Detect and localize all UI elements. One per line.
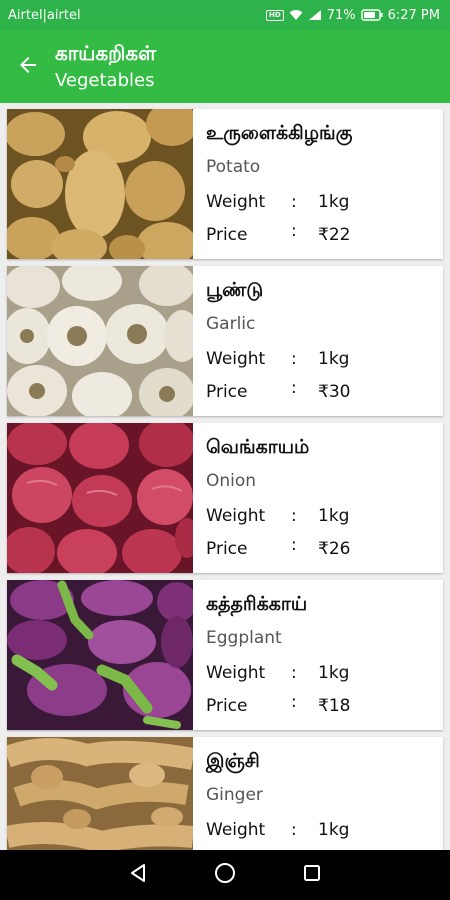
weight-value: 1kg (318, 192, 350, 212)
page-title-english: Vegetables (55, 69, 155, 91)
eggplant-image (7, 580, 193, 730)
colon: : (291, 692, 297, 712)
weight-row: Weight : 1kg (206, 186, 443, 219)
weight-row: Weight : 1kg (206, 500, 443, 533)
price-row: Price : ₹26 (206, 533, 443, 566)
list-item[interactable]: உருளைக்கிழங்கு Potato Weight : 1kg Price… (7, 109, 443, 259)
hd-icon: HD (266, 9, 284, 21)
weight-label: Weight (206, 192, 266, 212)
item-info: வெங்காயம் Onion Weight : 1kg Price : ₹26 (193, 423, 443, 573)
home-nav-icon (214, 862, 236, 888)
item-name-tamil: உருளைக்கிழங்கு (206, 122, 353, 144)
system-nav-bar (0, 850, 450, 900)
item-name-tamil: பூண்டு (206, 279, 264, 301)
colon: : (291, 221, 297, 241)
colon: : (291, 378, 297, 398)
price-label: Price (206, 696, 248, 716)
carrier-label: Airtel|airtel (8, 7, 81, 23)
price-value: ₹26 (318, 539, 351, 559)
list-item[interactable]: பூண்டு Garlic Weight : 1kg Price : ₹30 (7, 266, 443, 416)
wifi-icon (289, 9, 303, 21)
back-nav-icon (127, 862, 149, 888)
weight-value: 1kg (318, 349, 350, 369)
price-row: Price : ₹22 (206, 219, 443, 252)
price-value: ₹18 (318, 696, 351, 716)
list-item[interactable]: இஞ்சி Ginger Weight : 1kg (7, 737, 443, 850)
item-name-english: Garlic (206, 314, 256, 334)
ginger-image (7, 737, 193, 850)
nav-home-button[interactable] (205, 855, 245, 895)
weight-label: Weight (206, 820, 266, 840)
signal-icon (308, 9, 322, 21)
weight-label: Weight (206, 349, 266, 369)
list-item[interactable]: வெங்காயம் Onion Weight : 1kg Price : ₹26 (7, 423, 443, 573)
price-row: Price : ₹18 (206, 690, 443, 723)
item-name-english: Ginger (206, 785, 263, 805)
price-value: ₹22 (318, 225, 351, 245)
vegetable-list[interactable]: உருளைக்கிழங்கு Potato Weight : 1kg Price… (0, 103, 450, 850)
page-title-tamil: காய்கறிகள் (55, 40, 157, 65)
price-label: Price (206, 539, 248, 559)
nav-back-button[interactable] (118, 855, 158, 895)
weight-value: 1kg (318, 506, 350, 526)
item-info: இஞ்சி Ginger Weight : 1kg (193, 737, 443, 850)
onion-image (7, 423, 193, 573)
potato-image (7, 109, 193, 259)
item-name-tamil: இஞ்சி (206, 750, 260, 772)
item-name-english: Eggplant (206, 628, 282, 648)
weight-label: Weight (206, 506, 266, 526)
colon: : (291, 820, 297, 840)
weight-row: Weight : 1kg (206, 343, 443, 376)
item-name-english: Potato (206, 157, 261, 177)
item-info: உருளைக்கிழங்கு Potato Weight : 1kg Price… (193, 109, 443, 259)
back-arrow-icon (16, 53, 40, 81)
battery-percent: 71% (326, 7, 356, 23)
colon: : (291, 535, 297, 555)
price-label: Price (206, 382, 248, 402)
list-item[interactable]: கத்தரிக்காய் Eggplant Weight : 1kg Price… (7, 580, 443, 730)
weight-label: Weight (206, 663, 266, 683)
clock: 6:27 PM (387, 7, 440, 23)
status-bar: Airtel|airtel HD 71% 6:27 PM (0, 0, 450, 30)
price-row: Price : ₹30 (206, 376, 443, 409)
page-title-block: காய்கறிகள் Vegetables (55, 40, 156, 94)
item-name-tamil: வெங்காயம் (206, 436, 310, 458)
item-name-english: Onion (206, 471, 257, 491)
back-button[interactable] (0, 30, 56, 103)
status-right: HD 71% 6:27 PM (266, 8, 440, 23)
price-label: Price (206, 225, 248, 245)
weight-value: 1kg (318, 820, 350, 840)
weight-row: Weight : 1kg (206, 657, 443, 690)
weight-value: 1kg (318, 663, 350, 683)
item-info: பூண்டு Garlic Weight : 1kg Price : ₹30 (193, 266, 443, 416)
weight-row: Weight : 1kg (206, 814, 443, 847)
recents-nav-icon (302, 863, 322, 887)
garlic-image (7, 266, 193, 416)
item-info: கத்தரிக்காய் Eggplant Weight : 1kg Price… (193, 580, 443, 730)
battery-icon (360, 9, 383, 21)
price-value: ₹30 (318, 382, 351, 402)
app-bar: காய்கறிகள் Vegetables (0, 30, 450, 103)
item-name-tamil: கத்தரிக்காய் (206, 593, 308, 615)
nav-recents-button[interactable] (292, 855, 332, 895)
